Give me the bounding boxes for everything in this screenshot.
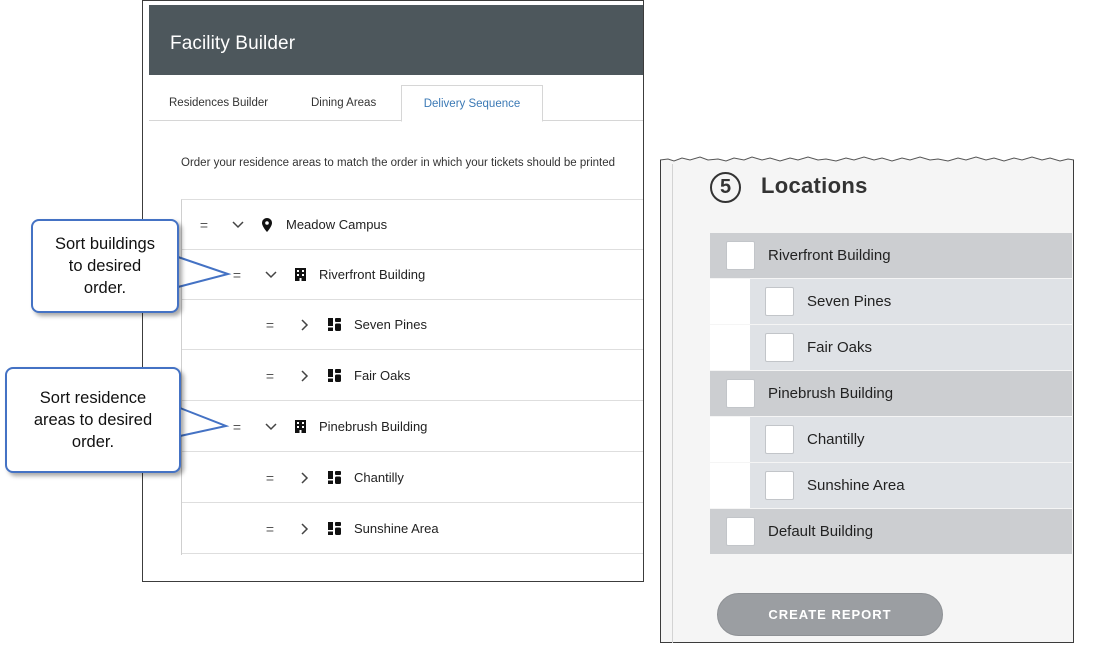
location-row-riverfront-building[interactable]: Riverfront Building: [710, 233, 1072, 279]
delivery-sequence-tree: = Meadow Campus = Riverfront Building =: [181, 199, 643, 555]
indent-spacer: [710, 417, 750, 463]
residence-area-icon: [326, 453, 342, 503]
tab-dining-areas[interactable]: Dining Areas: [291, 85, 396, 121]
location-label: Pinebrush Building: [768, 385, 894, 402]
indent-spacer: [710, 279, 750, 325]
chevron-right-icon[interactable]: [297, 300, 313, 350]
tree-label: Riverfront Building: [319, 267, 426, 282]
location-checkbox[interactable]: [726, 517, 755, 546]
tree-label: Seven Pines: [354, 317, 427, 332]
callout-line: areas to desired: [33, 411, 153, 429]
divider: [672, 164, 673, 643]
chevron-down-icon[interactable]: [263, 402, 279, 452]
drag-handle-icon[interactable]: =: [262, 300, 278, 350]
location-row-fair-oaks[interactable]: Fair Oaks: [750, 325, 1072, 371]
tree-label: Fair Oaks: [354, 368, 411, 383]
tree-row-fair-oaks[interactable]: = Fair Oaks: [182, 351, 643, 401]
section-title: Locations: [761, 173, 868, 198]
location-row-sunshine-area[interactable]: Sunshine Area: [750, 463, 1072, 509]
residence-area-icon: [326, 300, 342, 350]
location-label: Riverfront Building: [768, 247, 891, 264]
drag-handle-icon[interactable]: =: [262, 351, 278, 401]
tree-label: Meadow Campus: [286, 217, 388, 232]
tree-label: Pinebrush Building: [319, 419, 428, 434]
tree-row-sunshine-area[interactable]: = Sunshine Area: [182, 504, 643, 554]
location-row-seven-pines[interactable]: Seven Pines: [750, 279, 1072, 325]
location-label: Chantilly: [807, 431, 865, 448]
chevron-right-icon[interactable]: [297, 453, 313, 503]
location-label: Default Building: [768, 523, 874, 540]
indent-spacer: [710, 463, 750, 509]
step-number-badge: 5: [710, 172, 741, 203]
tree-label: Sunshine Area: [354, 521, 439, 536]
location-checkbox[interactable]: [726, 241, 755, 270]
callout-line: order.: [71, 433, 115, 451]
instruction-text: Order your residence areas to match the …: [181, 157, 616, 169]
tree-row-meadow-campus[interactable]: = Meadow Campus: [182, 200, 643, 250]
location-checkbox[interactable]: [765, 471, 794, 500]
callout-line: Sort buildings: [55, 235, 155, 253]
callout-pointer: [177, 256, 232, 288]
tree-row-chantilly[interactable]: = Chantilly: [182, 453, 643, 503]
building-icon: [292, 250, 308, 300]
callout-pointer: [179, 407, 230, 437]
location-row-chantilly[interactable]: Chantilly: [750, 417, 1072, 463]
facility-builder-header: Facility Builder: [149, 5, 643, 75]
callout-sort-buildings: Sort buildings to desired order.: [31, 219, 179, 313]
callout-line: order.: [83, 279, 127, 297]
location-label: Fair Oaks: [807, 339, 873, 356]
building-icon: [292, 402, 308, 452]
location-checkbox[interactable]: [726, 379, 755, 408]
drag-handle-icon[interactable]: =: [196, 200, 212, 250]
tree-row-seven-pines[interactable]: = Seven Pines: [182, 300, 643, 350]
callout-line: to desired: [68, 257, 142, 275]
drag-handle-icon[interactable]: =: [229, 402, 245, 452]
locations-panel: 5 Locations Riverfront Building Seven Pi…: [660, 150, 1074, 643]
drag-handle-icon[interactable]: =: [262, 504, 278, 554]
location-label: Sunshine Area: [807, 477, 905, 494]
location-label: Seven Pines: [807, 293, 892, 310]
location-row-pinebrush-building[interactable]: Pinebrush Building: [710, 371, 1072, 417]
chevron-right-icon[interactable]: [297, 351, 313, 401]
tree-label: Chantilly: [354, 470, 404, 485]
residence-area-icon: [326, 504, 342, 554]
location-checkbox[interactable]: [765, 287, 794, 316]
chevron-down-icon[interactable]: [263, 250, 279, 300]
chevron-down-icon[interactable]: [230, 200, 246, 250]
chevron-right-icon[interactable]: [297, 504, 313, 554]
location-row-default-building[interactable]: Default Building: [710, 509, 1072, 555]
tree-row-riverfront-building[interactable]: = Riverfront Building: [182, 250, 643, 300]
location-checkbox[interactable]: [765, 425, 794, 454]
location-checkbox[interactable]: [765, 333, 794, 362]
tab-bar: Residences Builder Dining Areas Delivery…: [149, 85, 643, 122]
residence-area-icon: [326, 351, 342, 401]
create-report-button[interactable]: CREATE REPORT: [717, 593, 943, 636]
callout-sort-residence-areas: Sort residence areas to desired order.: [5, 367, 181, 473]
tab-residences-builder[interactable]: Residences Builder: [149, 85, 288, 121]
tree-row-pinebrush-building[interactable]: = Pinebrush Building: [182, 402, 643, 452]
map-pin-icon: [259, 200, 275, 250]
indent-spacer: [710, 325, 750, 371]
tab-delivery-sequence[interactable]: Delivery Sequence: [401, 85, 543, 122]
drag-handle-icon[interactable]: =: [262, 453, 278, 503]
callout-line: Sort residence: [39, 389, 147, 407]
page-title: Facility Builder: [170, 33, 296, 54]
